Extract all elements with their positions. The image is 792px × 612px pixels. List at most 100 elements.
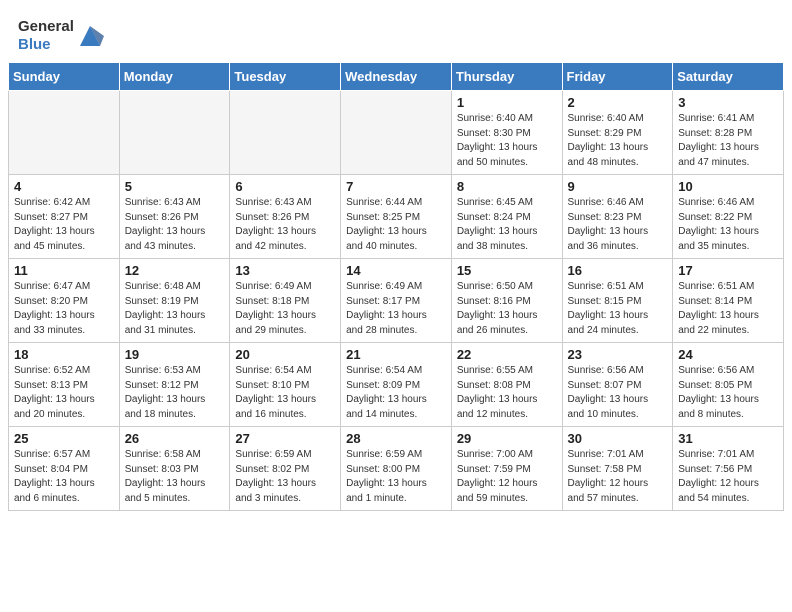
logo-general: General — [18, 18, 74, 35]
day-info: Sunrise: 6:46 AMSunset: 8:22 PMDaylight:… — [678, 196, 778, 254]
day-cell: 18 Sunrise: 6:52 AMSunset: 8:13 PMDayligh… — [9, 343, 120, 427]
weekday-saturday: Saturday — [673, 63, 784, 91]
weekday-sunday: Sunday — [9, 63, 120, 91]
day-number: 31 — [678, 431, 778, 446]
day-info: Sunrise: 6:54 AMSunset: 8:09 PMDaylight:… — [346, 364, 446, 422]
logo-blue: Blue — [18, 36, 51, 53]
page-header: General Blue — [0, 0, 792, 62]
day-cell: 13 Sunrise: 6:49 AMSunset: 8:18 PMDayligh… — [230, 259, 341, 343]
day-number: 13 — [235, 263, 335, 278]
day-number: 4 — [14, 179, 114, 194]
weekday-thursday: Thursday — [451, 63, 562, 91]
day-cell: 6Sunrise: 6:43 AMSunset: 8:26 PMDaylight… — [230, 175, 341, 259]
day-cell: 23Sunrise: 6:56 AMSunset: 8:07 PMDayligh… — [562, 343, 673, 427]
day-number: 7 — [346, 179, 446, 194]
week-row-1: 1Sunrise: 6:40 AMSunset: 8:30 PMDaylight… — [9, 91, 784, 175]
day-info: Sunrise: 6:42 AMSunset: 8:27 PMDaylight:… — [14, 196, 114, 254]
day-cell: 17 Sunrise: 6:51 AMSunset: 8:14 PMDayligh… — [673, 259, 784, 343]
day-number: 8 — [457, 179, 557, 194]
day-info: Sunrise: 6:47 AMSunset: 8:20 PMDaylight:… — [14, 280, 114, 338]
day-cell: 5 Sunrise: 6:43 AMSunset: 8:26 PMDaylight… — [119, 175, 230, 259]
day-info: Sunrise: 6:50 AMSunset: 8:16 PMDaylight:… — [457, 280, 557, 338]
week-row-2: 4 Sunrise: 6:42 AMSunset: 8:27 PMDaylight… — [9, 175, 784, 259]
day-cell: 14Sunrise: 6:49 AMSunset: 8:17 PMDayligh… — [341, 259, 452, 343]
day-info: Sunrise: 6:49 AMSunset: 8:18 PMDaylight:… — [235, 280, 335, 338]
day-number: 10 — [678, 179, 778, 194]
day-info: Sunrise: 6:54 AMSunset: 8:10 PMDaylight:… — [235, 364, 335, 422]
day-number: 20 — [235, 347, 335, 362]
day-cell: 25Sunrise: 6:57 AMSunset: 8:04 PMDayligh… — [9, 427, 120, 511]
day-cell: 2Sunrise: 6:40 AMSunset: 8:29 PMDaylight… — [562, 91, 673, 175]
day-cell — [341, 91, 452, 175]
day-info: Sunrise: 6:58 AMSunset: 8:03 PMDaylight:… — [125, 448, 225, 506]
day-number: 17 — [678, 263, 778, 278]
day-number: 28 — [346, 431, 446, 446]
day-number: 9 — [568, 179, 668, 194]
day-number: 30 — [568, 431, 668, 446]
day-info: Sunrise: 6:51 AMSunset: 8:15 PMDaylight:… — [568, 280, 668, 338]
day-cell: 11 Sunrise: 6:47 AMSunset: 8:20 PMDayligh… — [9, 259, 120, 343]
day-cell: 10 Sunrise: 6:46 AMSunset: 8:22 PMDayligh… — [673, 175, 784, 259]
day-cell — [230, 91, 341, 175]
day-number: 25 — [14, 431, 114, 446]
day-info: Sunrise: 7:01 AMSunset: 7:58 PMDaylight:… — [568, 448, 668, 506]
day-number: 24 — [678, 347, 778, 362]
weekday-monday: Monday — [119, 63, 230, 91]
day-cell: 9 Sunrise: 6:46 AMSunset: 8:23 PMDaylight… — [562, 175, 673, 259]
day-info: Sunrise: 6:52 AMSunset: 8:13 PMDaylight:… — [14, 364, 114, 422]
day-number: 14 — [346, 263, 446, 278]
day-cell — [9, 91, 120, 175]
day-cell: 4 Sunrise: 6:42 AMSunset: 8:27 PMDaylight… — [9, 175, 120, 259]
day-cell: 19Sunrise: 6:53 AMSunset: 8:12 PMDayligh… — [119, 343, 230, 427]
day-number: 3 — [678, 95, 778, 110]
day-number: 6 — [235, 179, 335, 194]
day-cell: 7 Sunrise: 6:44 AMSunset: 8:25 PMDaylight… — [341, 175, 452, 259]
logo-icon — [76, 22, 104, 50]
day-number: 22 — [457, 347, 557, 362]
day-number: 21 — [346, 347, 446, 362]
day-info: Sunrise: 7:01 AMSunset: 7:56 PMDaylight:… — [678, 448, 778, 506]
day-info: Sunrise: 6:51 AMSunset: 8:14 PMDaylight:… — [678, 280, 778, 338]
day-cell: 30 Sunrise: 7:01 AMSunset: 7:58 PMDayligh… — [562, 427, 673, 511]
day-number: 23 — [568, 347, 668, 362]
day-cell: 22 Sunrise: 6:55 AMSunset: 8:08 PMDayligh… — [451, 343, 562, 427]
day-info: Sunrise: 6:41 AMSunset: 8:28 PMDaylight:… — [678, 112, 778, 170]
weekday-wednesday: Wednesday — [341, 63, 452, 91]
day-info: Sunrise: 6:44 AMSunset: 8:25 PMDaylight:… — [346, 196, 446, 254]
day-info: Sunrise: 6:45 AMSunset: 8:24 PMDaylight:… — [457, 196, 557, 254]
day-cell: 12Sunrise: 6:48 AMSunset: 8:19 PMDayligh… — [119, 259, 230, 343]
day-number: 16 — [568, 263, 668, 278]
day-cell: 28 Sunrise: 6:59 AMSunset: 8:00 PMDayligh… — [341, 427, 452, 511]
day-info: Sunrise: 6:55 AMSunset: 8:08 PMDaylight:… — [457, 364, 557, 422]
day-cell: 26 Sunrise: 6:58 AMSunset: 8:03 PMDayligh… — [119, 427, 230, 511]
day-cell: 31 Sunrise: 7:01 AMSunset: 7:56 PMDayligh… — [673, 427, 784, 511]
day-info: Sunrise: 6:48 AMSunset: 8:19 PMDaylight:… — [125, 280, 225, 338]
day-number: 18 — [14, 347, 114, 362]
day-number: 29 — [457, 431, 557, 446]
day-number: 27 — [235, 431, 335, 446]
weekday-tuesday: Tuesday — [230, 63, 341, 91]
day-cell: 20 Sunrise: 6:54 AMSunset: 8:10 PMDayligh… — [230, 343, 341, 427]
day-info: Sunrise: 6:46 AMSunset: 8:23 PMDaylight:… — [568, 196, 668, 254]
day-info: Sunrise: 6:59 AMSunset: 8:00 PMDaylight:… — [346, 448, 446, 506]
day-number: 15 — [457, 263, 557, 278]
day-number: 11 — [14, 263, 114, 278]
day-cell: 29 Sunrise: 7:00 AMSunset: 7:59 PMDayligh… — [451, 427, 562, 511]
day-info: Sunrise: 6:59 AMSunset: 8:02 PMDaylight:… — [235, 448, 335, 506]
day-cell: 21 Sunrise: 6:54 AMSunset: 8:09 PMDayligh… — [341, 343, 452, 427]
day-number: 5 — [125, 179, 225, 194]
day-cell: 24 Sunrise: 6:56 AMSunset: 8:05 PMDayligh… — [673, 343, 784, 427]
day-cell: 3 Sunrise: 6:41 AMSunset: 8:28 PMDaylight… — [673, 91, 784, 175]
day-number: 19 — [125, 347, 225, 362]
day-cell — [119, 91, 230, 175]
week-row-4: 18 Sunrise: 6:52 AMSunset: 8:13 PMDayligh… — [9, 343, 784, 427]
day-info: Sunrise: 7:00 AMSunset: 7:59 PMDaylight:… — [457, 448, 557, 506]
day-cell: 1Sunrise: 6:40 AMSunset: 8:30 PMDaylight… — [451, 91, 562, 175]
day-info: Sunrise: 6:43 AMSunset: 8:26 PMDaylight:… — [125, 196, 225, 254]
calendar-wrapper: SundayMondayTuesdayWednesdayThursdayFrid… — [0, 62, 792, 519]
logo: General Blue — [18, 18, 104, 54]
week-row-5: 25Sunrise: 6:57 AMSunset: 8:04 PMDayligh… — [9, 427, 784, 511]
day-number: 26 — [125, 431, 225, 446]
day-info: Sunrise: 6:56 AMSunset: 8:05 PMDaylight:… — [678, 364, 778, 422]
day-number: 2 — [568, 95, 668, 110]
